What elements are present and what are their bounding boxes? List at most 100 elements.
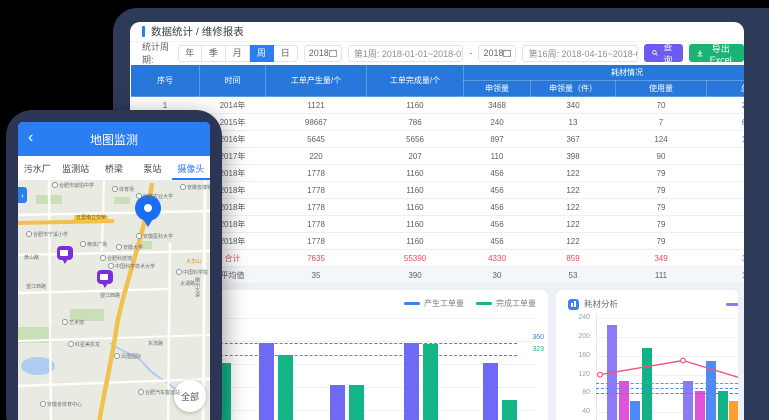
map-poi-label: 望江西路	[100, 293, 120, 299]
year-from-select[interactable]: 2018	[304, 45, 342, 62]
phone-app-header: ‹ 地图监测	[18, 122, 210, 156]
phone-tab-bar: 污水厂监测站桥梁泵站摄像头	[18, 156, 210, 181]
table-header: 序号 时间 工单产生量/个 工单完成量/个 耗材情况 申领量申领量（件）使用量总…	[131, 65, 745, 97]
legend-label: 产生工单量	[424, 298, 464, 309]
camera-marker[interactable]	[97, 270, 113, 284]
table-cell: 7	[616, 114, 707, 131]
chart-legend: 产生工单量 完成工单量	[404, 298, 536, 309]
table-cell: 79	[616, 233, 707, 250]
table-cell: 340	[531, 97, 616, 114]
table-cell: 3468	[464, 97, 531, 114]
y-tick-label: 40	[568, 408, 590, 415]
search-icon	[652, 49, 658, 57]
table-row: 42017年2202071103989019	[131, 148, 745, 165]
phone-mockup: ‹ 地图监测 污水厂监测站桥梁泵站摄像头	[6, 110, 222, 420]
table-cell: 70	[616, 97, 707, 114]
average-dashed-line	[596, 383, 738, 384]
table-cell: 332	[707, 250, 745, 267]
breadcrumb-accent	[142, 26, 145, 37]
table-cell: 1121	[266, 97, 367, 114]
table-cell: 1160	[367, 216, 464, 233]
table-cell: 1160	[367, 199, 464, 216]
consumable-bar	[729, 401, 738, 420]
week-to-input[interactable]: 第16周: 2018-04-16~2018-04-22	[522, 45, 638, 62]
gridline	[173, 318, 534, 319]
period-option-年[interactable]: 年	[178, 45, 202, 62]
table-cell: 1160	[367, 233, 464, 250]
table-cell: 897	[464, 131, 531, 148]
table-cell: 110	[464, 148, 531, 165]
map-view[interactable]: › 全部 合肥市琥珀中学体育场安徽农业大学安徽省博物馆五里墩立交桥安徽医科大学合…	[18, 181, 210, 420]
year-to-select[interactable]: 2018	[478, 45, 516, 62]
export-excel-button[interactable]: 导出Excel	[689, 44, 744, 62]
camera-marker[interactable]	[57, 246, 73, 260]
legend-item[interactable]: 完成工单量	[476, 298, 536, 309]
col-time: 时间	[200, 65, 266, 97]
table-cell: 5656	[367, 131, 464, 148]
table-cell: 1778	[266, 233, 367, 250]
sub-column-header: 使用量	[616, 81, 707, 97]
map-poi-label: 黄山路	[24, 255, 39, 261]
gridline	[596, 337, 738, 338]
bar-产生工单量	[330, 385, 345, 420]
table-cell: 53	[531, 267, 616, 284]
sub-column-header: 总量	[707, 81, 745, 97]
bar-完成工单量	[278, 355, 293, 420]
filter-bar: 统计周期: 年季月周日 2018 第1周: 2018-01-01~2018-01…	[130, 42, 744, 64]
bar-完成工单量	[349, 385, 364, 420]
map-poi-label: 中国科学技术大学	[108, 263, 155, 270]
table-cell: 67	[707, 199, 745, 216]
map-poi-label: 安徽大学	[116, 244, 143, 251]
consumable-bar	[642, 348, 652, 420]
dashboard-content: 数据统计 / 维修报表 统计周期: 年季月周日 2018 第1周: 2018-0…	[130, 22, 744, 420]
phone-tab-摄像头[interactable]: 摄像头	[172, 156, 210, 180]
table-cell: 19	[707, 148, 745, 165]
table-cell: 250	[707, 97, 745, 114]
period-option-季[interactable]: 季	[202, 45, 226, 62]
map-poi-label: 红星美凯龙	[68, 341, 100, 348]
table-cell: 456	[464, 199, 531, 216]
table-cell: 367	[531, 131, 616, 148]
gridline	[596, 375, 738, 376]
period-option-月[interactable]: 月	[226, 45, 250, 62]
consumable-bar	[718, 391, 728, 420]
sub-column-header: 申领量	[464, 81, 531, 97]
period-segmented-control: 年季月周日	[178, 45, 298, 62]
table-cell: 30	[464, 267, 531, 284]
reference-line-label: 360	[532, 334, 544, 341]
back-icon[interactable]: ‹	[28, 128, 33, 148]
table-cell: 349	[616, 250, 707, 267]
map-poi-label: 凤凰国际	[114, 353, 141, 360]
query-button[interactable]: 查询	[644, 44, 682, 62]
map-poi-label: 安徽医科大学	[136, 233, 173, 240]
bar-完成工单量	[502, 400, 517, 420]
stage: 数据统计 / 维修报表 统计周期: 年季月周日 2018 第1周: 2018-0…	[0, 0, 769, 420]
col-index: 序号	[131, 65, 200, 97]
map-poi-label: 中国科学院	[176, 269, 208, 276]
phone-tab-污水厂[interactable]: 污水厂	[18, 156, 56, 180]
consumable-bar	[607, 325, 617, 420]
week-from-input[interactable]: 第1周: 2018-01-01~2018-01-07	[348, 45, 464, 62]
table-row: 52018年177811604561227967	[131, 165, 745, 182]
show-all-button[interactable]: 全部	[174, 380, 206, 412]
consumable-bar	[695, 391, 705, 420]
phone-page-title: 地图监测	[90, 131, 138, 148]
table-cell: 67	[707, 165, 745, 182]
map-poi-label: 合肥市宁溪小学	[26, 231, 68, 238]
range-separator: -	[469, 48, 472, 58]
legend-swatch	[404, 302, 420, 305]
map-expander-button[interactable]: ›	[18, 187, 27, 203]
period-option-周[interactable]: 周	[250, 45, 274, 62]
legend-item[interactable]: 产生工单量	[404, 298, 464, 309]
period-option-日[interactable]: 日	[274, 45, 298, 62]
table-cell: 1778	[266, 216, 367, 233]
col-finished: 工单完成量/个	[367, 65, 464, 97]
map-poi-label: 大华山	[186, 259, 201, 265]
y-tick-label: 80	[568, 389, 590, 396]
average-dashed-line	[596, 393, 738, 394]
phone-tab-监测站[interactable]: 监测站	[56, 156, 94, 180]
phone-tab-泵站[interactable]: 泵站	[133, 156, 171, 180]
table-cell: 122	[531, 182, 616, 199]
phone-tab-桥梁[interactable]: 桥梁	[95, 156, 133, 180]
map-poi-label: 合肥科技馆	[100, 255, 132, 262]
